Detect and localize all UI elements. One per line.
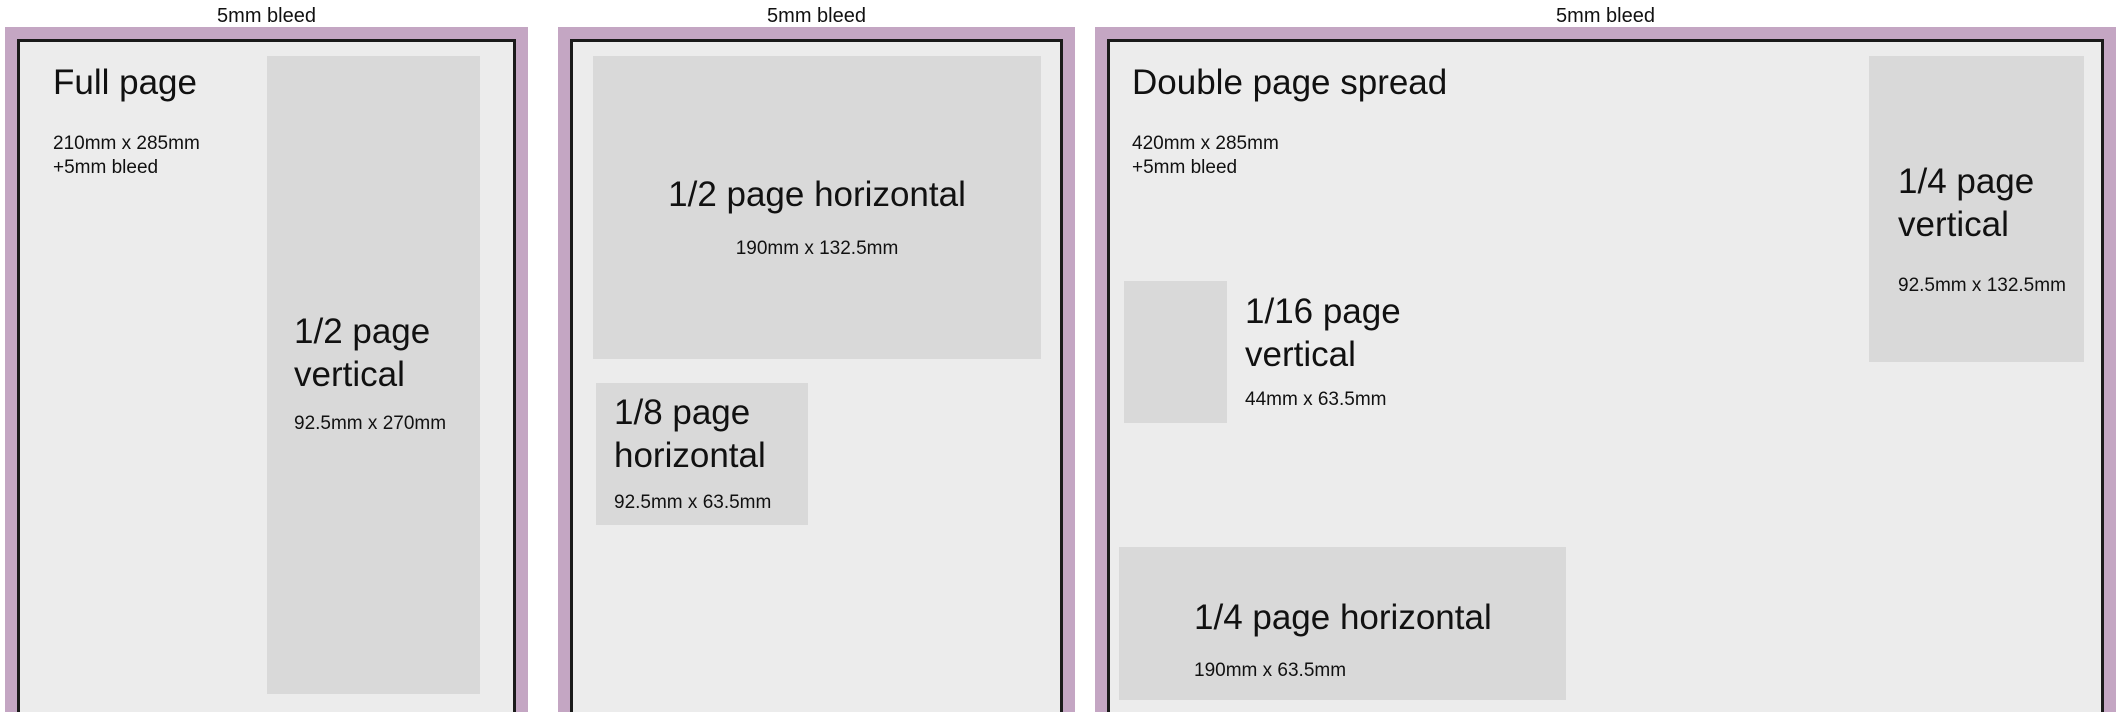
ad-eighth-page-title-line1: 1/8 page xyxy=(614,393,751,432)
ad-half-page-horizontal-dimensions: 190mm x 132.5mm xyxy=(735,238,899,259)
full-page-dimensions: 210mm x 285mm xyxy=(53,133,200,154)
ad-sixteenth-page-title-line1: 1/16 page xyxy=(1245,292,1401,331)
ad-half-page-horizontal-title: 1/2 page horizontal xyxy=(668,175,966,214)
ad-half-page-vertical-title-line1: 1/2 page xyxy=(294,312,431,351)
bleed-label-double-spread: 5mm bleed xyxy=(1556,5,1655,27)
ad-quarter-page-horizontal-title: 1/4 page horizontal xyxy=(1194,598,1492,637)
ad-quarter-page-vertical-title-line1: 1/4 page xyxy=(1898,162,2035,201)
ad-half-page-vertical: 1/2 page vertical 92.5mm x 270mm xyxy=(267,56,480,694)
ad-sixteenth-page-vertical xyxy=(1124,281,1227,423)
full-page-bleed-note: +5mm bleed xyxy=(53,157,159,178)
double-spread-bleed-note: +5mm bleed xyxy=(1132,157,1238,178)
ad-eighth-page-dimensions: 92.5mm x 63.5mm xyxy=(614,492,772,513)
bleed-label-half-page: 5mm bleed xyxy=(767,5,866,27)
bleed-label-full-page: 5mm bleed xyxy=(217,5,316,27)
full-page-bleed-area: Full page 210mm x 285mm +5mm bleed 1/2 p… xyxy=(5,27,528,712)
ad-quarter-page-vertical-dimensions: 92.5mm x 132.5mm xyxy=(1898,275,2066,296)
ad-half-page-horizontal: 1/2 page horizontal 190mm x 132.5mm xyxy=(593,56,1041,359)
double-spread-title: Double page spread xyxy=(1132,63,1448,102)
ad-quarter-page-horizontal: 1/4 page horizontal 190mm x 63.5mm xyxy=(1119,547,1566,700)
ad-quarter-page-vertical-title-line2: vertical xyxy=(1898,205,2009,244)
double-spread-trim: Double page spread 420mm x 285mm +5mm bl… xyxy=(1107,39,2104,712)
double-spread-dimensions: 420mm x 285mm xyxy=(1132,133,1279,154)
ad-sixteenth-page-title-line2: vertical xyxy=(1245,335,1356,374)
double-spread-bleed-area: Double page spread 420mm x 285mm +5mm bl… xyxy=(1095,27,2116,712)
ad-quarter-page-vertical: 1/4 page vertical 92.5mm x 132.5mm xyxy=(1869,56,2084,362)
ad-eighth-page-horizontal: 1/8 page horizontal 92.5mm x 63.5mm xyxy=(596,383,808,525)
full-page-title: Full page xyxy=(53,63,197,102)
ad-eighth-page-title-line2: horizontal xyxy=(614,436,766,475)
full-page-trim: Full page 210mm x 285mm +5mm bleed 1/2 p… xyxy=(17,39,516,712)
ad-quarter-page-horizontal-dimensions: 190mm x 63.5mm xyxy=(1194,660,1347,681)
ad-sixteenth-page-dimensions: 44mm x 63.5mm xyxy=(1245,389,1387,410)
half-page-trim: 1/2 page horizontal 190mm x 132.5mm 1/8 … xyxy=(570,39,1063,712)
ad-half-page-vertical-dimensions: 92.5mm x 270mm xyxy=(294,413,447,434)
ad-half-page-vertical-title-line2: vertical xyxy=(294,355,405,394)
half-page-bleed-area: 1/2 page horizontal 190mm x 132.5mm 1/8 … xyxy=(558,27,1075,712)
